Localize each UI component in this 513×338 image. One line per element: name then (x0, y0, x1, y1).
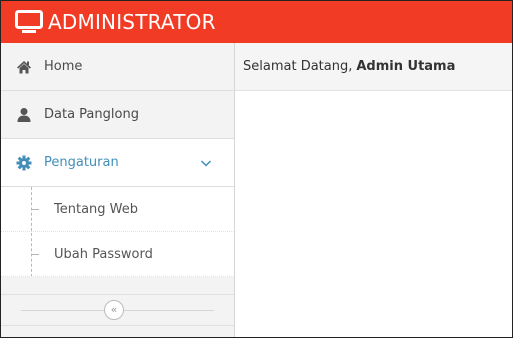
submenu-item-label: Tentang Web (54, 201, 138, 217)
top-navbar: ADMINISTRATOR (1, 1, 512, 43)
submenu-item-ubah-password[interactable]: Ubah Password (1, 232, 234, 277)
sidebar-item-label: Home (44, 59, 83, 74)
sidebar-item-home[interactable]: Home (1, 43, 234, 91)
sidebar: Home Data Panglong Pengaturan Tentang We… (1, 43, 235, 337)
sidebar-item-label: Data Panglong (44, 107, 139, 122)
submenu-item-label: Ubah Password (54, 246, 153, 262)
welcome-bar: Selamat Datang, Admin Utama (235, 43, 512, 91)
app-window: ADMINISTRATOR Home Data Panglong Pengatu… (0, 0, 513, 338)
main-content: Selamat Datang, Admin Utama (235, 43, 512, 337)
collapse-sidebar-button[interactable]: « (104, 300, 124, 320)
welcome-text: Selamat Datang, (243, 59, 353, 74)
double-chevron-left-icon: « (110, 303, 118, 316)
monitor-icon (15, 10, 43, 33)
user-icon (17, 107, 31, 122)
submenu-item-tentang-web[interactable]: Tentang Web (1, 187, 234, 232)
chevron-down-icon (200, 159, 212, 167)
brand[interactable]: ADMINISTRATOR (15, 10, 216, 34)
sidebar-item-pengaturan[interactable]: Pengaturan (1, 139, 234, 187)
cog-icon (16, 155, 32, 170)
sidebar-item-label: Pengaturan (44, 155, 119, 170)
app-title: ADMINISTRATOR (48, 10, 216, 34)
sidebar-item-data-panglong[interactable]: Data Panglong (1, 91, 234, 139)
sidebar-collapse-bar: « (1, 294, 234, 326)
tree-branch (31, 209, 39, 210)
tree-branch (31, 254, 39, 255)
submenu-pengaturan: Tentang Web Ubah Password (1, 187, 234, 277)
home-icon (17, 60, 31, 73)
user-name: Admin Utama (356, 59, 456, 74)
